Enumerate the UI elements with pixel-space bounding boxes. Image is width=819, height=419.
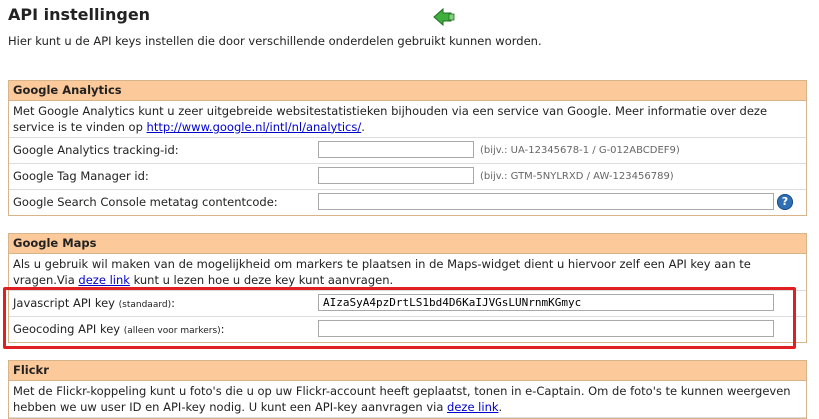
geocoding-api-key-label: Geocoding API key (alleen voor markers): (13, 322, 225, 336)
google-analytics-link[interactable]: http://www.google.nl/intl/nl/analytics/ (147, 120, 362, 134)
js-api-key-input[interactable] (318, 294, 774, 311)
gtm-id-input[interactable] (318, 167, 474, 184)
flickr-section: Flickr Met de Flickr-koppeling kunt u fo… (8, 360, 807, 419)
ga-tracking-hint: (bijv.: UA-12345678-1 / G-012ABCDEF9) (480, 145, 680, 156)
ga-tracking-label: Google Analytics tracking-id: (13, 143, 179, 157)
gtm-id-row: Google Tag Manager id: (bijv.: GTM-5NYLR… (9, 164, 806, 190)
google-maps-heading: Google Maps (9, 234, 806, 254)
google-maps-section: Google Maps Als u gebruik wil maken van … (8, 233, 807, 343)
gtm-id-label: Google Tag Manager id: (13, 169, 149, 183)
geocoding-api-key-row: Geocoding API key (alleen voor markers): (9, 317, 806, 342)
geocoding-api-key-input[interactable] (318, 320, 774, 337)
flickr-link[interactable]: deze link (447, 400, 498, 414)
gtm-id-hint: (bijv.: GTM-5NYLRXD / AW-123456789) (480, 171, 674, 182)
search-console-label: Google Search Console metatag contentcod… (13, 195, 278, 209)
flickr-heading: Flickr (9, 361, 806, 381)
js-api-key-row: Javascript API key (standaard): (9, 291, 806, 317)
ga-tracking-input[interactable] (318, 141, 474, 158)
google-analytics-section: Google Analytics Met Google Analytics ku… (8, 80, 807, 216)
google-maps-link[interactable]: deze link (78, 273, 129, 287)
google-analytics-heading: Google Analytics (9, 81, 806, 101)
google-maps-description: Als u gebruik wil maken van de mogelijkh… (9, 254, 806, 291)
js-api-key-label: Javascript API key (standaard): (13, 296, 175, 310)
search-console-row: Google Search Console metatag contentcod… (9, 190, 806, 215)
flickr-description: Met de Flickr-koppeling kunt u foto's di… (9, 381, 806, 418)
help-icon[interactable]: ? (777, 194, 793, 210)
google-analytics-description: Met Google Analytics kunt u zeer uitgebr… (9, 101, 806, 138)
page-subtitle: Hier kunt u de API keys instellen die do… (8, 34, 542, 48)
search-console-input[interactable] (318, 193, 774, 210)
ga-tracking-row: Google Analytics tracking-id: (bijv.: UA… (9, 138, 806, 164)
back-arrow-icon[interactable] (432, 6, 456, 28)
page-title: API instellingen (8, 5, 151, 24)
